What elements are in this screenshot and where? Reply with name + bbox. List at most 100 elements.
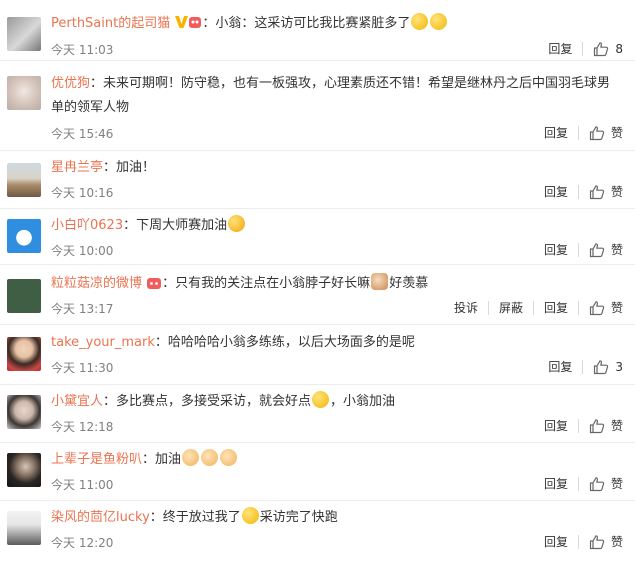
comment-content: 哈哈哈哈小翁多练练，以后大场面多的是呢 (167, 335, 415, 350)
action-separator (577, 184, 579, 199)
like-button[interactable]: 赞 (589, 241, 623, 258)
comment-username[interactable]: 小黛宜人 (51, 394, 103, 409)
avatar[interactable] (7, 395, 41, 429)
colon: ： (149, 510, 163, 525)
action-separator (577, 534, 579, 549)
comment-text-line: 染风的茴亿lucky：终于放过我了 采访完了快跑 (51, 507, 623, 529)
fist-emoji-icon (182, 449, 200, 466)
member-badge-icon[interactable] (146, 276, 162, 298)
comment-time: 今天 13:17 (51, 302, 114, 316)
avatar[interactable] (7, 279, 41, 313)
like-button[interactable]: 8 (593, 41, 623, 57)
action-separator (577, 125, 579, 140)
reply-button[interactable]: 回复 (544, 183, 568, 200)
action-separator (487, 300, 489, 315)
like-button[interactable]: 3 (593, 359, 623, 375)
reply-button[interactable]: 回复 (544, 533, 568, 550)
thumbs-up-icon (594, 359, 609, 374)
comment-username[interactable]: 粒粒菇凉的微博 (51, 276, 142, 291)
comment-content: 下周大师赛加油 (136, 218, 228, 233)
comment-time: 今天 10:16 (51, 186, 114, 200)
report-button[interactable]: 投诉 (454, 299, 478, 316)
comment-content: 只有我的关注点在小翁脖子好长嘛 (175, 276, 371, 291)
thumbs-up-icon (589, 184, 605, 199)
avatar[interactable] (7, 219, 41, 253)
action-separator (582, 359, 584, 374)
reply-button[interactable]: 回复 (544, 241, 568, 258)
comment-username[interactable]: 星冉兰亭 (51, 160, 103, 175)
action-separator (577, 300, 579, 315)
comment-username[interactable]: take_your_mark (51, 335, 155, 350)
fist-emoji-icon (220, 449, 238, 466)
comment-actions: 回复 8 (548, 40, 623, 57)
like-count: 赞 (610, 301, 623, 315)
like-button[interactable]: 赞 (589, 124, 623, 141)
thumbs-up-icon (589, 125, 605, 140)
avatar[interactable] (7, 337, 41, 371)
like-button[interactable]: 赞 (589, 533, 623, 550)
comment-text-line: take_your_mark：哈哈哈哈小翁多练练，以后大场面多的是呢 (51, 332, 623, 354)
comment-content-tail: 采访完了快跑 (259, 510, 338, 525)
colon: ： (123, 218, 137, 233)
comment-text-line: 小白吖0623：下周大师赛加油 (51, 215, 623, 237)
comment-actions: 回复 赞 (544, 124, 623, 141)
reply-button[interactable]: 回复 (544, 299, 568, 316)
action-separator (582, 41, 584, 56)
colon: ： (103, 160, 117, 175)
comment-content-tail: ，小翁加油 (330, 394, 396, 409)
reply-button[interactable]: 回复 (544, 475, 568, 492)
comment-username[interactable]: 上辈子是鱼粉叭 (51, 452, 142, 467)
comment-content: 加油！ (116, 160, 156, 175)
avatar[interactable] (7, 17, 41, 51)
avatar[interactable] (7, 163, 41, 197)
comment-text-line: 优优狗：未来可期啊！防守稳，也有一板强攻，心理素质还不错！希望是继林丹之后中国羽… (51, 73, 623, 95)
like-button[interactable]: 赞 (589, 475, 623, 492)
comment-item: 染风的茴亿lucky：终于放过我了 采访完了快跑 今天 12:20 回复 赞 (0, 500, 635, 561)
like-count: 赞 (610, 535, 623, 549)
comment-actions: 回复 赞 (544, 533, 623, 550)
comment-actions: 回复 赞 (544, 241, 623, 258)
comment-time: 今天 12:18 (51, 420, 114, 434)
comment-item: 粒粒菇凉的微博 ：只有我的关注点在小翁脖子好长嘛 好羡慕 今天 13:17 投诉 … (0, 264, 635, 324)
comment-text-line-2: 单的领军人物 (51, 97, 623, 119)
reply-button[interactable]: 回复 (544, 124, 568, 141)
comment-actions: 回复 赞 (544, 417, 623, 434)
comment-username[interactable]: PerthSaint的起司猫 (51, 16, 170, 31)
reply-button[interactable]: 回复 (544, 417, 568, 434)
like-button[interactable]: 赞 (589, 417, 623, 434)
comment-text-line: 小黛宜人：多比赛点，多接受采访，就会好点 ，小翁加油 (51, 391, 623, 413)
like-count: 赞 (610, 185, 623, 199)
like-button[interactable]: 赞 (589, 299, 623, 316)
colon: ： (103, 394, 117, 409)
comment-content-tail: 好羡慕 (389, 276, 429, 291)
avatar[interactable] (7, 511, 41, 545)
action-separator (532, 300, 534, 315)
comment-text-line: 上辈子是鱼粉叭：加油 (51, 449, 623, 471)
colon: ： (154, 335, 168, 350)
thumbs-up-icon (589, 300, 605, 315)
colon: ： (202, 16, 216, 31)
reply-button[interactable]: 回复 (548, 358, 572, 375)
comment-item: take_your_mark：哈哈哈哈小翁多练练，以后大场面多的是呢 今天 11… (0, 324, 635, 384)
avatar[interactable] (7, 76, 41, 110)
cheer-emoji-icon (228, 215, 246, 232)
avatar[interactable] (7, 453, 41, 487)
block-button[interactable]: 屏蔽 (499, 299, 523, 316)
comment-username[interactable]: 染风的茴亿lucky (51, 510, 150, 525)
thumbs-up-icon (594, 41, 609, 56)
cat-emoji-icon (371, 273, 389, 290)
vip-badge-icon[interactable] (174, 14, 202, 38)
comment-username[interactable]: 小白吖0623 (51, 218, 123, 233)
comment-time: 今天 11:00 (51, 478, 114, 492)
comment-actions: 回复 赞 (544, 475, 623, 492)
action-separator (577, 476, 579, 491)
comment-text-line: 粒粒菇凉的微博 ：只有我的关注点在小翁脖子好长嘛 好羡慕 (51, 273, 623, 298)
comment-username[interactable]: 优优狗 (51, 76, 90, 91)
thumbs-up-icon (589, 418, 605, 433)
colon: ： (90, 76, 104, 91)
comment-actions: 投诉 屏蔽 回复 赞 (454, 299, 623, 316)
reply-button[interactable]: 回复 (548, 40, 572, 57)
comment-time: 今天 15:46 (51, 127, 114, 141)
comment-text-line: 星冉兰亭：加油！ (51, 157, 623, 179)
like-button[interactable]: 赞 (589, 183, 623, 200)
